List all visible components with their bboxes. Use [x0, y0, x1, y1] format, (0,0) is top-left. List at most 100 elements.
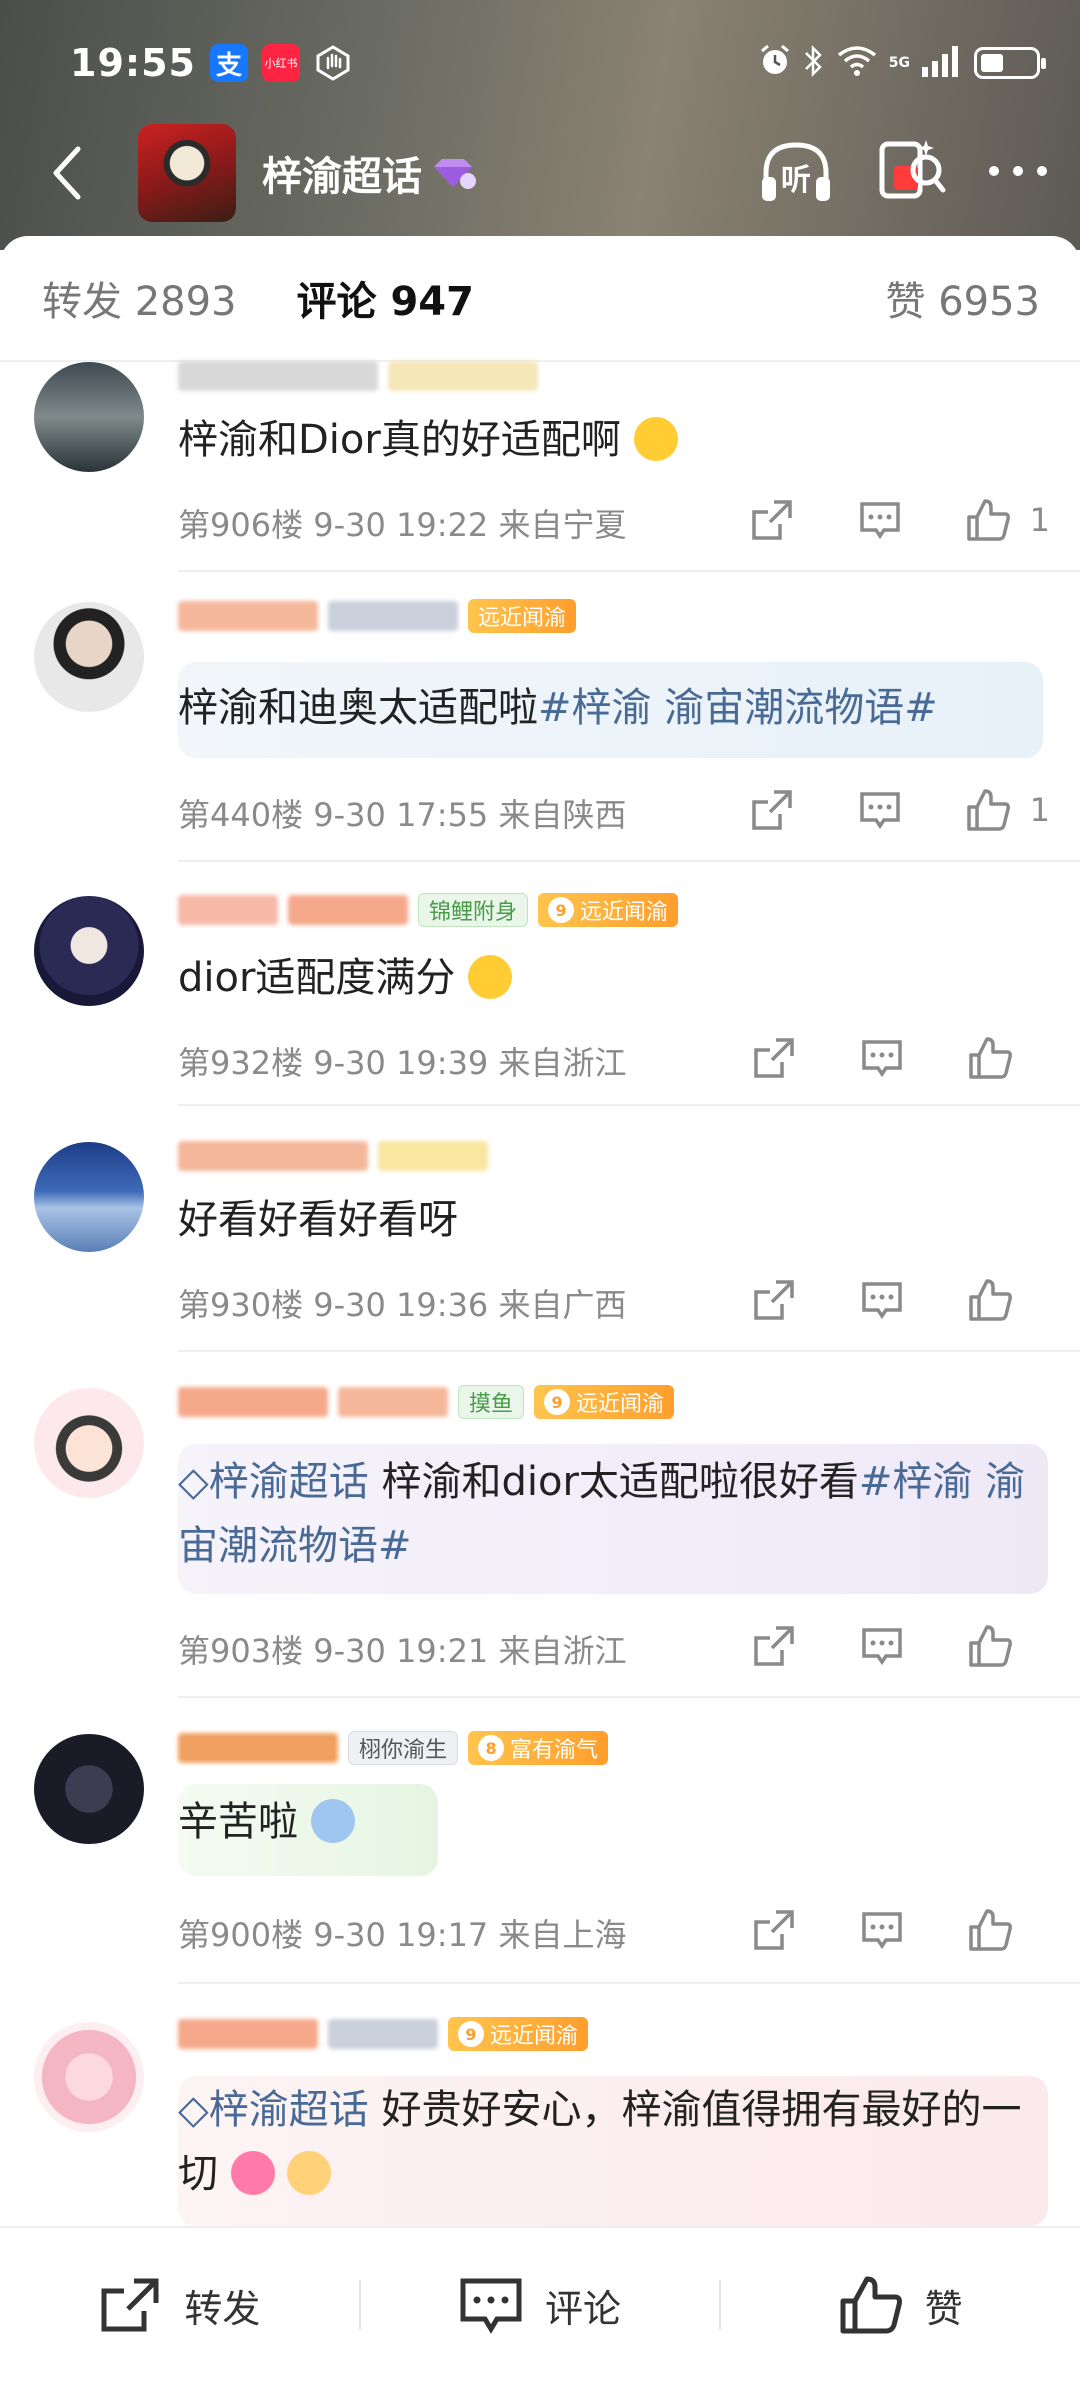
username-blurred[interactable]	[178, 356, 538, 396]
bottom-action-bar: 转发 评论 赞	[0, 2226, 1080, 2382]
username[interactable]: 栩你渝生 8 富有渝气	[178, 1728, 609, 1768]
thumbs-up-icon	[840, 2276, 902, 2334]
thumbs-up-icon	[966, 499, 1010, 541]
avatar[interactable]	[34, 1388, 144, 1498]
hand-icon	[314, 44, 352, 82]
avatar[interactable]	[34, 2022, 144, 2132]
super-topic-link[interactable]: ◇梓渝超话	[178, 2087, 369, 2133]
share-icon	[754, 1910, 794, 1950]
red-envelope-search-button[interactable]	[876, 136, 946, 210]
fan-title-badge: 栩你渝生	[348, 1731, 459, 1765]
tab-like[interactable]: 赞 6953	[885, 269, 1040, 327]
xiaohongshu-icon: 小红书	[261, 44, 300, 82]
page-title[interactable]: 梓渝超话	[262, 144, 422, 202]
username[interactable]: 锦鲤附身 9 远近闻渝	[178, 890, 679, 930]
status-time: 19:55	[70, 41, 196, 85]
tab-comment[interactable]: 评论 947	[297, 269, 474, 327]
like-label: 赞	[924, 2286, 963, 2331]
comment-item: 9 远近闻渝 ◇梓渝超话 好贵好安心，梓渝值得拥有最好的一切	[0, 2017, 1080, 2226]
comment-text: 梓渝和迪奥太适配啦#梓渝 渝宙潮流物语#	[178, 685, 938, 731]
victory-hand-emoji-icon	[287, 2151, 332, 2195]
more-button[interactable]	[986, 161, 1050, 185]
reply-button[interactable]	[852, 1900, 912, 1960]
comment-text: 辛苦啦	[178, 1790, 1044, 1854]
share-icon	[101, 2278, 159, 2332]
fan-badge: 8 富有渝气	[468, 1731, 609, 1765]
like-button[interactable]	[958, 780, 1018, 840]
comment-label: 评论	[545, 2286, 622, 2331]
comment-actions	[696, 1270, 1020, 1330]
reply-button[interactable]	[850, 780, 910, 840]
tab-repost[interactable]: 转发 2893	[42, 269, 237, 327]
super-topic-link[interactable]: ◇梓渝超话	[178, 1459, 369, 1505]
like-button[interactable]	[958, 490, 1018, 550]
comment-meta: 第903楼 9-30 19:21 来自浙江	[178, 1632, 627, 1670]
avatar[interactable]	[34, 896, 144, 1006]
reply-button[interactable]	[852, 1270, 912, 1330]
share-button[interactable]	[744, 1270, 804, 1330]
repost-button[interactable]: 转发	[0, 2275, 359, 2335]
avatar[interactable]	[34, 602, 144, 712]
username[interactable]: 9 远近闻渝	[178, 2014, 589, 2054]
comment-item: 好看好看好看呀 第930楼 9-30 19:36 来自广西	[0, 1141, 1080, 1352]
alipay-icon: 支	[209, 44, 248, 82]
fan-badge: 9 远近闻渝	[448, 2017, 589, 2051]
share-icon	[751, 500, 792, 540]
thumbs-up-icon	[969, 1037, 1012, 1079]
avatar[interactable]	[34, 1734, 144, 1844]
share-icon	[754, 1280, 794, 1320]
share-button[interactable]	[744, 1900, 804, 1960]
like-button[interactable]	[960, 1028, 1020, 1088]
red-envelope-icon	[879, 140, 946, 199]
happy-emoji-icon	[468, 955, 513, 999]
like-button[interactable]: 赞	[721, 2275, 1080, 2335]
thumbs-up-icon	[969, 1279, 1012, 1321]
comment-text: 梓渝和Dior真的好适配啊	[178, 408, 1044, 472]
network-type: 5G	[888, 55, 910, 71]
comment-icon	[862, 1912, 902, 1950]
comment-icon	[862, 1040, 902, 1078]
comment-icon	[862, 1282, 902, 1320]
share-button[interactable]	[742, 490, 802, 550]
back-button[interactable]	[28, 133, 108, 213]
share-button[interactable]	[744, 1028, 804, 1088]
thumbs-up-icon	[969, 1909, 1012, 1951]
username[interactable]: 摸鱼 9 远近闻渝	[178, 1382, 675, 1422]
comment-actions: 1	[694, 490, 1050, 550]
share-icon	[754, 1038, 794, 1078]
comment-actions	[696, 1616, 1020, 1676]
avatar[interactable]	[34, 362, 144, 472]
avatar[interactable]	[34, 1142, 144, 1252]
reply-button[interactable]	[852, 1616, 912, 1676]
comment-item: 摸鱼 9 远近闻渝 ◇梓渝超话 梓渝和dior太适配啦很好看#梓渝 渝宙潮流物语#…	[0, 1385, 1080, 1698]
share-button[interactable]	[744, 1616, 804, 1676]
fan-badge: 9 远近闻渝	[534, 1385, 675, 1419]
reply-button[interactable]	[852, 1028, 912, 1088]
comment-text: 好看好看好看呀	[178, 1197, 458, 1243]
tab-bar: 转发 2893 评论 947 赞 6953	[0, 236, 1080, 362]
thumbs-up-icon	[969, 1625, 1012, 1667]
divider	[178, 1982, 1080, 1984]
like-button[interactable]	[960, 1900, 1020, 1960]
share-button[interactable]	[742, 780, 802, 840]
like-count: 1	[1029, 501, 1050, 539]
share-icon	[751, 790, 792, 830]
super-topic-gem-icon	[428, 155, 478, 191]
wifi-icon	[835, 43, 879, 83]
topic-link[interactable]: #梓渝 渝宙潮流物语#	[538, 685, 938, 731]
smile-emoji-icon	[633, 417, 678, 461]
fish-badge: 摸鱼	[458, 1385, 525, 1419]
comment-icon	[460, 2278, 522, 2334]
comment-item: 锦鲤附身 9 远近闻渝 dior适配度满分 第932楼 9-30 19:39 来自…	[0, 893, 1080, 1106]
comment-button[interactable]: 评论	[361, 2275, 720, 2335]
comment-item: 梓渝和Dior真的好适配啊 第906楼 9-30 19:22 来自宁夏 1	[0, 361, 1080, 572]
cat-emoji-icon	[310, 1799, 355, 1843]
topic-avatar[interactable]	[138, 124, 236, 222]
listen-button[interactable]: 听	[756, 133, 836, 213]
like-button[interactable]	[960, 1616, 1020, 1676]
username[interactable]: 远近闻渝	[178, 596, 577, 636]
like-button[interactable]	[960, 1270, 1020, 1330]
reply-button[interactable]	[850, 490, 910, 550]
username-blurred[interactable]	[178, 1136, 488, 1176]
comment-text: ◇梓渝超话 好贵好安心，梓渝值得拥有最好的一切	[178, 2087, 1022, 2197]
